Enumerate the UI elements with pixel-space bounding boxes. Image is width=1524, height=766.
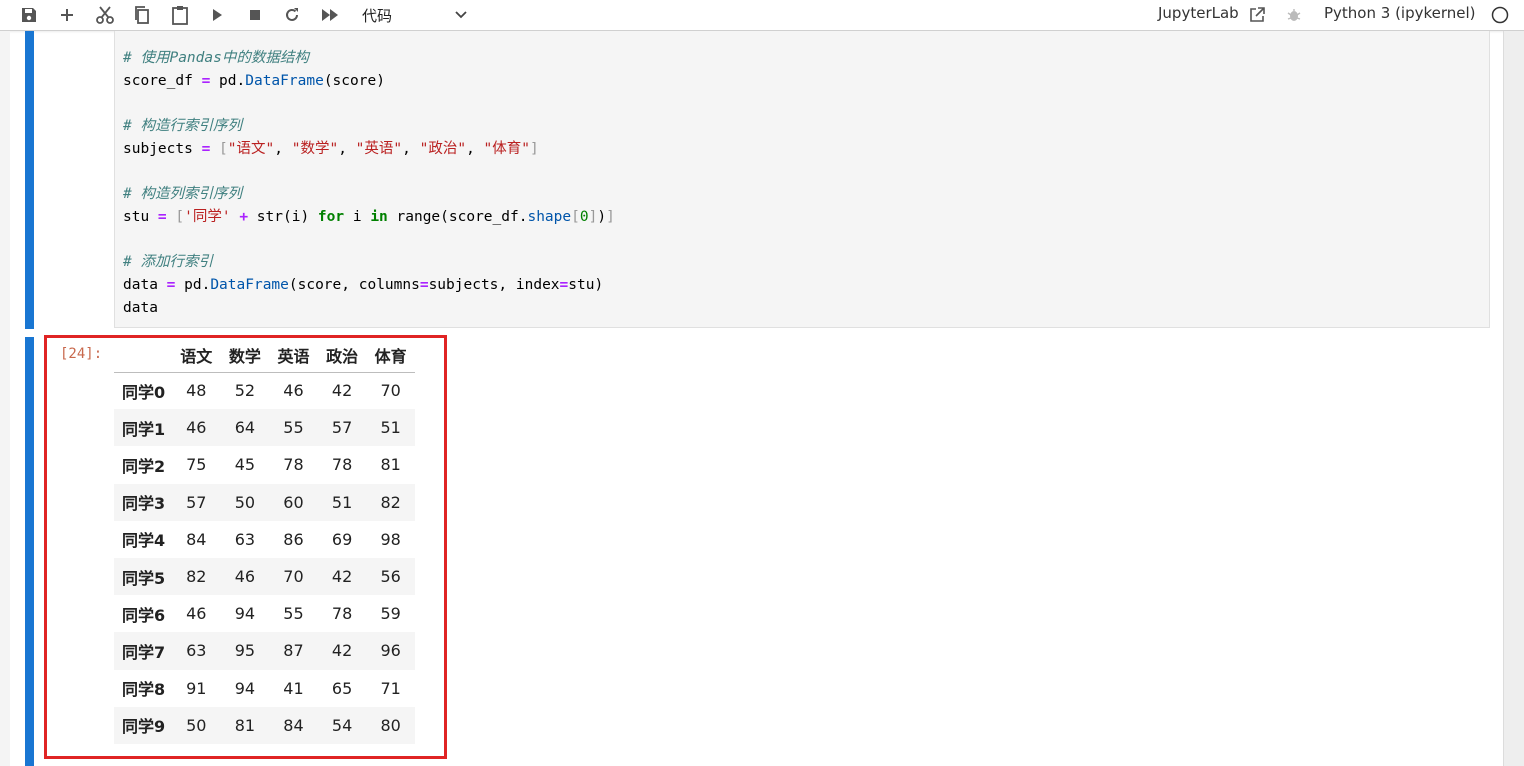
cut-icon[interactable] — [93, 3, 117, 27]
code-token: "语文" — [227, 140, 275, 157]
cell-type-label: 代码 — [362, 6, 393, 25]
code-line: # 添加行索引 — [123, 251, 615, 274]
run-all-icon[interactable] — [318, 3, 342, 27]
output-collapser[interactable] — [25, 337, 34, 766]
code-line: # 使用Pandas中的数据结构 — [123, 47, 615, 70]
code-token: 0 — [579, 208, 589, 225]
add-cell-icon[interactable] — [55, 3, 79, 27]
kernel-name[interactable]: Python 3 (ipykernel) — [1324, 4, 1476, 22]
code-token: DataFrame — [210, 276, 289, 293]
jupyterlab-link[interactable]: JupyterLab — [1158, 4, 1239, 22]
code-token: pd. — [210, 72, 246, 89]
code-token: score_df — [123, 72, 202, 89]
code-token: pd. — [175, 276, 211, 293]
bug-icon[interactable] — [1282, 3, 1306, 27]
code-token: stu — [123, 208, 158, 225]
code-token: = — [201, 72, 211, 89]
code-token: ] — [606, 208, 615, 225]
cell-type-select[interactable]: 代码 — [356, 3, 474, 27]
notebook-toolbar: 代码 JupyterLab Python 3 (ipykernel) — [0, 0, 1524, 31]
code-token: data — [123, 276, 167, 293]
code-token: , — [466, 140, 484, 157]
code-token: subjects, index — [428, 276, 560, 293]
code-token: range(score_df. — [387, 208, 528, 225]
run-icon[interactable] — [205, 3, 229, 27]
code-token: = — [419, 276, 429, 293]
code-token: , — [274, 140, 292, 157]
code-token: (score, columns — [288, 276, 420, 293]
kernel-status-icon — [1488, 3, 1512, 27]
chevron-down-icon — [455, 11, 467, 19]
save-icon[interactable] — [17, 3, 41, 27]
code-token: [ — [571, 208, 580, 225]
code-lines: # 使用Pandas中的数据结构 score_df = pd.DataFrame(… — [123, 47, 615, 319]
code-token: "体育" — [483, 140, 530, 157]
stop-icon[interactable] — [243, 3, 267, 27]
code-line: subjects = ["语文", "数学", "英语", "政治", "体育"… — [123, 138, 615, 161]
code-token: [ — [219, 140, 228, 157]
code-token: DataFrame — [245, 72, 324, 89]
code-line: # 构造列索引序列 — [123, 183, 615, 206]
code-token: '同学' — [184, 208, 231, 225]
code-token: subjects — [123, 140, 202, 157]
copy-icon[interactable] — [130, 3, 154, 27]
code-token: i — [344, 208, 371, 225]
code-token: "数学" — [291, 140, 339, 157]
code-cell-editor[interactable]: # 使用Pandas中的数据结构 score_df = pd.DataFrame(… — [114, 31, 1490, 328]
notebook-left-gutter — [0, 31, 10, 766]
code-token: (score) — [323, 72, 385, 89]
code-token: stu) — [568, 276, 604, 293]
restart-icon[interactable] — [280, 3, 304, 27]
code-line: # 构造行索引序列 — [123, 115, 615, 138]
code-token: , — [402, 140, 420, 157]
code-token: shape — [527, 208, 572, 225]
code-line: score_df = pd.DataFrame(score) — [123, 70, 615, 93]
paste-icon[interactable] — [168, 3, 192, 27]
code-token: data — [123, 299, 158, 316]
code-token: ] — [530, 140, 539, 157]
red-highlight-box — [44, 335, 447, 759]
code-token: [ — [175, 208, 185, 225]
code-line: data = pd.DataFrame(score, columns=subje… — [123, 274, 615, 297]
input-collapser[interactable] — [25, 31, 34, 329]
code-token: # 构造列索引序列 — [123, 186, 242, 203]
external-link-icon[interactable] — [1245, 3, 1269, 27]
code-token: # 添加行索引 — [123, 254, 213, 271]
code-line: stu = ['同学' + str(i) for i in range(scor… — [123, 206, 615, 229]
code-token: "英语" — [355, 140, 403, 157]
code-token: , — [338, 140, 356, 157]
code-token: # 使用Pandas中的数据结构 — [123, 50, 309, 66]
code-token: in — [370, 208, 388, 225]
code-token: # 构造行索引序列 — [123, 118, 242, 135]
code-token: ) — [597, 208, 607, 225]
code-token: str(i) — [248, 208, 318, 225]
code-token: for — [317, 208, 345, 225]
code-token: + — [239, 208, 249, 225]
code-token: "政治" — [419, 140, 467, 157]
code-token: = — [201, 140, 211, 157]
code-token: = — [559, 276, 569, 293]
code-line: data — [123, 297, 615, 320]
notebook-right-gutter — [1503, 31, 1524, 766]
code-token: = — [157, 208, 167, 225]
